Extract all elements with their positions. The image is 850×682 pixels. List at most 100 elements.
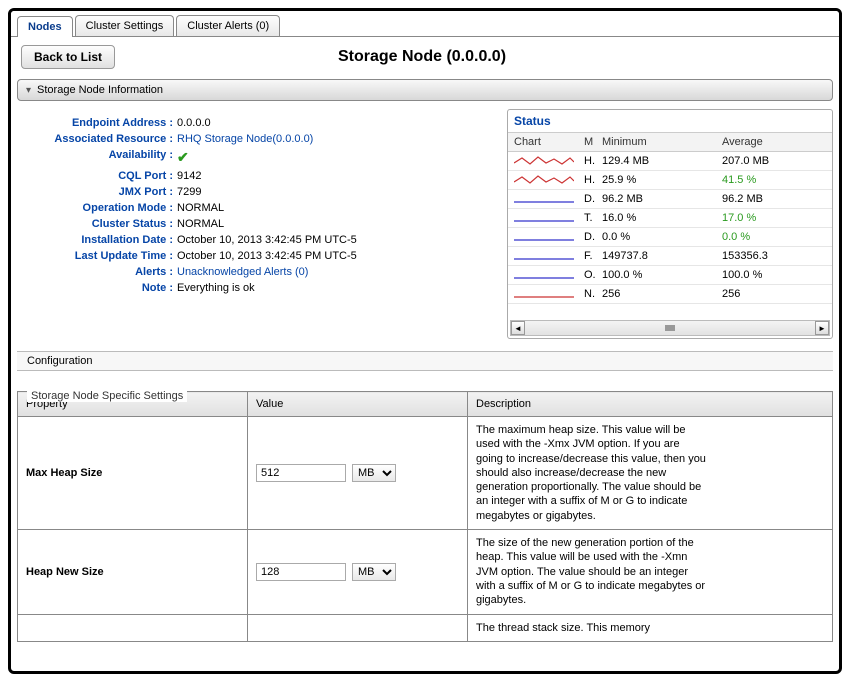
property-description: The size of the new generation portion o… [468,530,833,614]
install-date-value: October 10, 2013 3:42:45 PM UTC-5 [177,234,357,246]
sparkline-icon [514,155,574,167]
status-cell-avg: 17.0 % [722,212,826,224]
chevron-down-icon: ▾ [26,85,31,96]
value-input[interactable] [256,563,346,581]
settings-table: Property Value Description Max Heap Size… [17,391,833,642]
property-value-cell: MB [248,417,468,530]
status-cell-min: 96.2 MB [602,193,722,205]
availability-check-icon: ✔ [177,149,189,166]
status-cell-avg: 41.5 % [722,174,826,186]
status-cell-avg: 96.2 MB [722,193,826,205]
tab-cluster-settings[interactable]: Cluster Settings [75,15,175,36]
status-row[interactable]: T.16.0 %17.0 % [508,209,832,228]
property-description: The thread stack size. This memory [468,614,833,641]
unit-select[interactable]: MB [352,464,396,482]
tab-nodes[interactable]: Nodes [17,16,73,37]
endpoint-label: Endpoint Address : [17,117,173,129]
install-date-label: Installation Date : [17,234,173,246]
status-cell-avg: 153356.3 [722,250,826,262]
update-time-value: October 10, 2013 3:42:45 PM UTC-5 [177,250,357,262]
status-cell-avg: 256 [722,288,826,300]
settings-fieldset: Storage Node Specific Settings Property … [17,381,833,642]
status-cell-min: 0.0 % [602,231,722,243]
property-name: Max Heap Size [18,417,248,530]
endpoint-value: 0.0.0.0 [177,117,211,129]
status-col-average[interactable]: Average [722,136,826,148]
horizontal-scrollbar[interactable]: ◄ ► [510,320,830,336]
status-cell-min: 25.9 % [602,174,722,186]
back-button[interactable]: Back to List [21,45,115,69]
alerts-link[interactable]: Unacknowledged Alerts (0) [177,266,308,278]
status-cell-avg: 0.0 % [722,231,826,243]
resource-link[interactable]: RHQ Storage Node(0.0.0.0) [177,133,313,145]
status-title: Status [508,110,832,132]
sparkline-icon [514,231,574,243]
sparkline-icon [514,212,574,224]
sparkline-icon [514,193,574,205]
status-cell-avg: 207.0 MB [722,155,826,167]
settings-row: Heap New Size MB The size of the new gener… [18,530,833,614]
status-row[interactable]: H.129.4 MB207.0 MB [508,152,832,171]
col-header-value[interactable]: Value [248,392,468,417]
status-cell-min: 100.0 % [602,269,722,281]
status-row[interactable]: D.0.0 %0.0 % [508,228,832,247]
status-cell-m: H. [584,155,602,167]
status-header-row: Chart M Minimum Average [508,132,832,152]
status-cell-m: F. [584,250,602,262]
status-row[interactable]: F.149737.8153356.3 [508,247,832,266]
status-cell-avg: 100.0 % [722,269,826,281]
settings-row: The thread stack size. This memory [18,614,833,641]
status-cell-m: O. [584,269,602,281]
sparkline-icon [514,269,574,281]
note-label: Note : [17,282,173,294]
sparkline-icon [514,288,574,300]
toolbar: Back to List Storage Node (0.0.0.0) [11,37,839,73]
opmode-value: NORMAL [177,202,224,214]
property-name [18,614,248,641]
tab-cluster-alerts[interactable]: Cluster Alerts (0) [176,15,280,36]
cql-port-label: CQL Port : [17,170,173,182]
sparkline-icon [514,174,574,186]
tab-bar: Nodes Cluster Settings Cluster Alerts (0… [11,11,839,37]
status-cell-min: 16.0 % [602,212,722,224]
status-col-m[interactable]: M [584,136,602,148]
alerts-label: Alerts : [17,266,173,278]
scroll-left-icon[interactable]: ◄ [511,321,525,335]
page-title: Storage Node (0.0.0.0) [115,48,729,66]
status-cell-m: D. [584,193,602,205]
jmx-port-value: 7299 [177,186,201,198]
configuration-header: Configuration [17,351,833,371]
section-header-info[interactable]: ▾ Storage Node Information [17,79,833,101]
status-cell-m: T. [584,212,602,224]
status-cell-m: D. [584,231,602,243]
status-cell-min: 129.4 MB [602,155,722,167]
property-value-cell [248,614,468,641]
status-row[interactable]: N.256256 [508,285,832,304]
info-properties: Endpoint Address :0.0.0.0 Associated Res… [17,109,507,339]
status-panel: Status Chart M Minimum Average H.129.4 M… [507,109,833,339]
property-name: Heap New Size [18,530,248,614]
col-header-description[interactable]: Description [468,392,833,417]
update-time-label: Last Update Time : [17,250,173,262]
section-header-label: Storage Node Information [37,84,163,96]
property-value-cell: MB [248,530,468,614]
status-col-chart[interactable]: Chart [514,136,584,148]
cluster-status-value: NORMAL [177,218,224,230]
unit-select[interactable]: MB [352,563,396,581]
availability-label: Availability : [17,149,173,166]
status-cell-m: N. [584,288,602,300]
value-input[interactable] [256,464,346,482]
status-col-minimum[interactable]: Minimum [602,136,722,148]
scroll-thumb[interactable] [665,325,675,331]
cluster-status-label: Cluster Status : [17,218,173,230]
status-row[interactable]: O.100.0 %100.0 % [508,266,832,285]
note-value: Everything is ok [177,282,255,294]
status-row[interactable]: H.25.9 %41.5 % [508,171,832,190]
settings-legend: Storage Node Specific Settings [27,390,187,402]
status-cell-m: H. [584,174,602,186]
status-row[interactable]: D.96.2 MB96.2 MB [508,190,832,209]
settings-row: Max Heap Size MB The maximum heap size. Th… [18,417,833,530]
scroll-right-icon[interactable]: ► [815,321,829,335]
info-panel: Endpoint Address :0.0.0.0 Associated Res… [17,109,833,339]
property-description: The maximum heap size. This value will b… [468,417,833,530]
